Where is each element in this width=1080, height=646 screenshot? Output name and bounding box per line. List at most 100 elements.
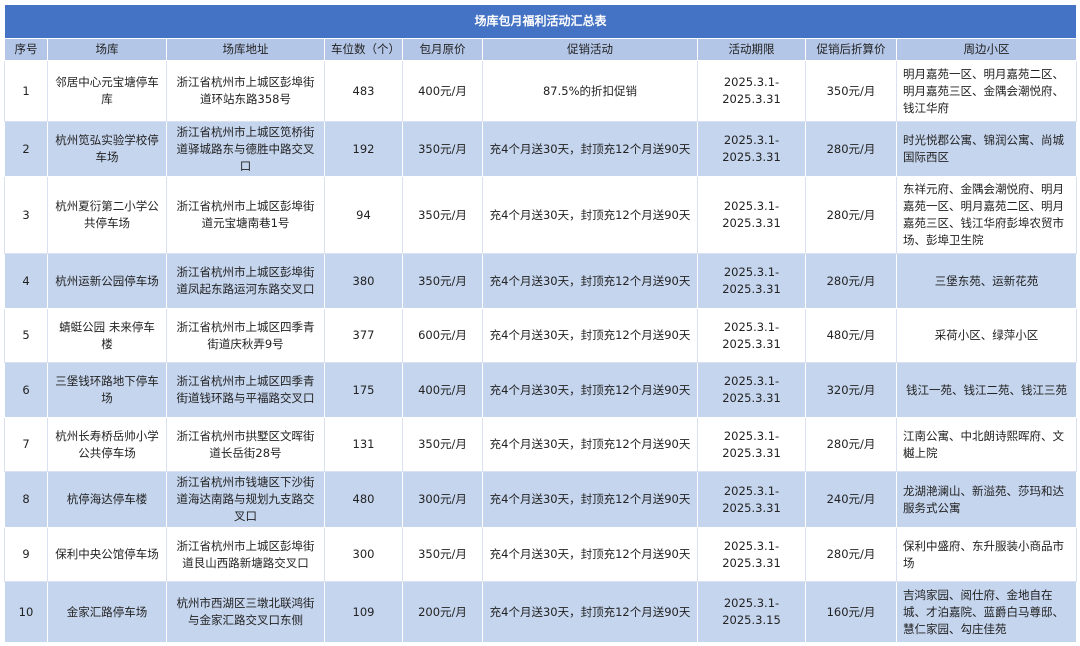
header-promo: 促销活动 — [482, 38, 698, 61]
cell-discount: 280元/月 — [805, 527, 897, 582]
summary-table: 场库包月福利活动汇总表 序号 场库 场库地址 车位数（个） 包月原价 促销活动 … — [3, 4, 1078, 643]
cell-spaces: 377 — [324, 308, 403, 363]
cell-promo: 充4个月送30天，封顶充12个月送90天 — [482, 362, 698, 418]
cell-name: 杭州笕弘实验学校停车场 — [47, 121, 167, 177]
cell-price: 350元/月 — [402, 417, 483, 472]
cell-nearby: 吉鸿家园、阅仕府、金地自在城、才泊嘉院、蓝爵白马尊邸、慧仁家园、勾庄佳苑 — [895, 581, 1078, 643]
cell-price: 300元/月 — [402, 471, 483, 528]
cell-promo: 充4个月送30天，封顶充12个月送90天 — [482, 308, 698, 363]
table-row: 3 杭州夏衍第二小学公共停车场 浙江省杭州市上城区彭埠街道元宝塘南巷1号 94 … — [4, 176, 1078, 254]
cell-no: 3 — [4, 176, 48, 254]
cell-nearby: 保利中盛府、东升服装小商品市场 — [895, 527, 1078, 582]
cell-no: 10 — [4, 581, 48, 643]
cell-discount: 160元/月 — [805, 581, 897, 643]
cell-address: 杭州市西湖区三墩北联鸿街与金家汇路交叉口东侧 — [166, 581, 325, 643]
table-title: 场库包月福利活动汇总表 — [3, 4, 1078, 39]
cell-promo: 充4个月送30天，封顶充12个月送90天 — [482, 581, 698, 643]
cell-name: 杭停海达停车楼 — [47, 471, 167, 528]
table-row: 9 保利中央公馆停车场 浙江省杭州市上城区彭埠街道艮山西路新塘路交叉口 300 … — [4, 527, 1078, 582]
cell-price: 350元/月 — [402, 253, 483, 309]
cell-nearby: 东祥元府、金隅会潮悦府、明月嘉苑一区、明月嘉苑二区、明月嘉苑三区、钱江华府彭埠农… — [895, 176, 1078, 254]
cell-name: 三堡钱环路地下停车场 — [47, 362, 167, 418]
summary-table-container: 场库包月福利活动汇总表 序号 场库 场库地址 车位数（个） 包月原价 促销活动 … — [3, 4, 1078, 643]
cell-discount: 280元/月 — [805, 253, 897, 309]
cell-promo: 充4个月送30天，封顶充12个月送90天 — [482, 527, 698, 582]
cell-period: 2025.3.1-2025.3.31 — [697, 362, 806, 418]
cell-spaces: 131 — [324, 417, 403, 472]
cell-period: 2025.3.1-2025.3.31 — [697, 60, 806, 122]
table-row: 6 三堡钱环路地下停车场 浙江省杭州市上城区四季青街道钱环路与平福路交叉口 17… — [4, 362, 1078, 418]
cell-name: 杭州夏衍第二小学公共停车场 — [47, 176, 167, 254]
cell-nearby: 三堡东苑、运新花苑 — [895, 253, 1078, 309]
cell-period: 2025.3.1-2025.3.31 — [697, 176, 806, 254]
header-price: 包月原价 — [402, 38, 483, 61]
cell-spaces: 480 — [324, 471, 403, 528]
header-address: 场库地址 — [166, 38, 325, 61]
cell-address: 浙江省杭州市上城区彭埠街道艮山西路新塘路交叉口 — [166, 527, 325, 582]
cell-promo: 充4个月送30天，封顶充12个月送90天 — [482, 253, 698, 309]
header-nearby: 周边小区 — [895, 38, 1078, 61]
header-period: 活动期限 — [697, 38, 806, 61]
cell-no: 7 — [4, 417, 48, 472]
cell-spaces: 175 — [324, 362, 403, 418]
cell-price: 200元/月 — [402, 581, 483, 643]
cell-period: 2025.3.1-2025.3.15 — [697, 581, 806, 643]
title-row: 场库包月福利活动汇总表 — [3, 4, 1078, 39]
cell-address: 浙江省杭州市上城区笕桥街道驿城路东与德胜中路交叉口 — [166, 121, 325, 177]
cell-period: 2025.3.1-2025.3.31 — [697, 471, 806, 528]
table-row: 5 蜻蜓公园 未来停车楼 浙江省杭州市上城区四季青街道庆秋弄9号 377 600… — [4, 308, 1078, 363]
cell-period: 2025.3.1-2025.3.31 — [697, 417, 806, 472]
cell-discount: 240元/月 — [805, 471, 897, 528]
cell-nearby: 时光悦郡公寓、锦润公寓、尚城国际西区 — [895, 121, 1078, 177]
cell-name: 保利中央公馆停车场 — [47, 527, 167, 582]
cell-address: 浙江省杭州市钱塘区下沙街道海达南路与规划九支路交叉口 — [166, 471, 325, 528]
cell-address: 浙江省杭州市上城区彭埠街道元宝塘南巷1号 — [166, 176, 325, 254]
cell-discount: 320元/月 — [805, 362, 897, 418]
cell-address: 浙江省杭州市上城区四季青街道庆秋弄9号 — [166, 308, 325, 363]
cell-no: 1 — [4, 60, 48, 122]
cell-period: 2025.3.1-2025.3.31 — [697, 308, 806, 363]
cell-name: 邻居中心元宝塘停车库 — [47, 60, 167, 122]
table-row: 7 杭州长寿桥岳帅小学公共停车场 浙江省杭州市拱墅区文晖街道长岳街28号 131… — [4, 417, 1078, 472]
cell-no: 5 — [4, 308, 48, 363]
cell-name: 蜻蜓公园 未来停车楼 — [47, 308, 167, 363]
cell-spaces: 109 — [324, 581, 403, 643]
cell-promo: 充4个月送30天，封顶充12个月送90天 — [482, 417, 698, 472]
cell-nearby: 江南公寓、中北朗诗熙晖府、文樾上院 — [895, 417, 1078, 472]
cell-no: 8 — [4, 471, 48, 528]
cell-spaces: 94 — [324, 176, 403, 254]
cell-promo: 87.5%的折扣促销 — [482, 60, 698, 122]
cell-price: 350元/月 — [402, 121, 483, 177]
cell-no: 6 — [4, 362, 48, 418]
cell-price: 400元/月 — [402, 60, 483, 122]
header-row: 序号 场库 场库地址 车位数（个） 包月原价 促销活动 活动期限 促销后折算价 … — [4, 38, 1078, 61]
cell-nearby: 龙湖滟澜山、新溢苑、莎玛和达服务式公寓 — [895, 471, 1078, 528]
table-row: 1 邻居中心元宝塘停车库 浙江省杭州市上城区彭埠街道环站东路358号 483 4… — [4, 60, 1078, 122]
cell-nearby: 钱江一苑、钱江二苑、钱江三苑 — [895, 362, 1078, 418]
cell-discount: 350元/月 — [805, 60, 897, 122]
cell-name: 金家汇路停车场 — [47, 581, 167, 643]
cell-period: 2025.3.1-2025.3.31 — [697, 253, 806, 309]
cell-nearby: 明月嘉苑一区、明月嘉苑二区、明月嘉苑三区、金隅会潮悦府、钱江华府 — [895, 60, 1078, 122]
cell-period: 2025.3.1-2025.3.31 — [697, 527, 806, 582]
cell-address: 浙江省杭州市上城区四季青街道钱环路与平福路交叉口 — [166, 362, 325, 418]
header-name: 场库 — [47, 38, 167, 61]
cell-price: 600元/月 — [402, 308, 483, 363]
cell-nearby: 采荷小区、绿萍小区 — [895, 308, 1078, 363]
table-row: 4 杭州运新公园停车场 浙江省杭州市上城区彭埠街道凤起东路运河东路交叉口 380… — [4, 253, 1078, 309]
cell-address: 浙江省杭州市上城区彭埠街道凤起东路运河东路交叉口 — [166, 253, 325, 309]
cell-no: 9 — [4, 527, 48, 582]
cell-promo: 充4个月送30天，封顶充12个月送90天 — [482, 471, 698, 528]
cell-spaces: 483 — [324, 60, 403, 122]
cell-promo: 充4个月送30天，封顶充12个月送90天 — [482, 176, 698, 254]
header-spaces: 车位数（个） — [324, 38, 403, 61]
cell-name: 杭州长寿桥岳帅小学公共停车场 — [47, 417, 167, 472]
header-discount: 促销后折算价 — [805, 38, 897, 61]
cell-price: 350元/月 — [402, 527, 483, 582]
cell-discount: 280元/月 — [805, 176, 897, 254]
cell-price: 350元/月 — [402, 176, 483, 254]
cell-price: 400元/月 — [402, 362, 483, 418]
cell-spaces: 192 — [324, 121, 403, 177]
cell-no: 4 — [4, 253, 48, 309]
cell-address: 浙江省杭州市上城区彭埠街道环站东路358号 — [166, 60, 325, 122]
